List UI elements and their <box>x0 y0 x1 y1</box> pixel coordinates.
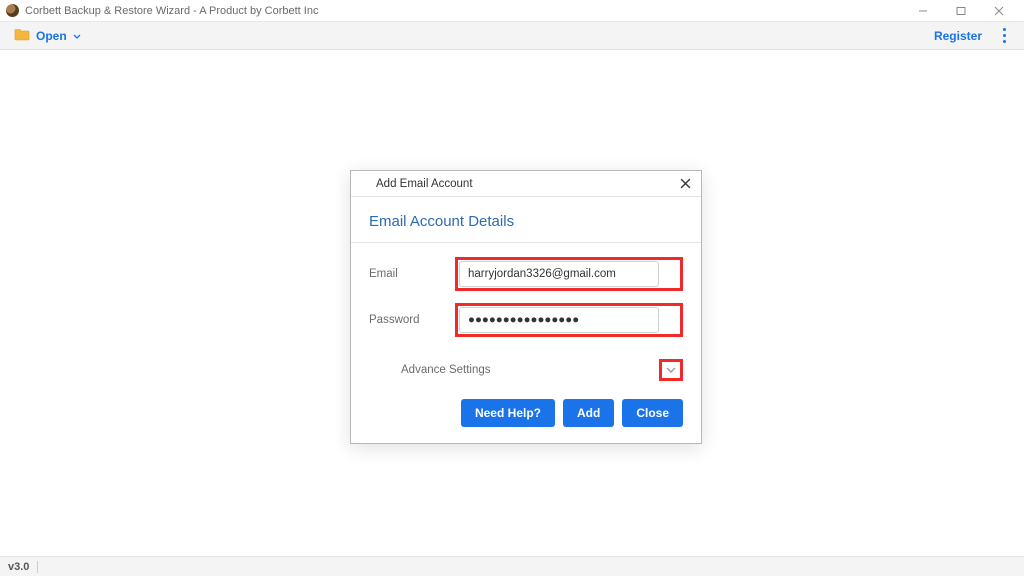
add-email-account-dialog: Add Email Account Email Account Details … <box>350 170 702 444</box>
folder-icon <box>14 28 30 44</box>
password-input[interactable] <box>459 307 659 333</box>
dialog-titlebar: Add Email Account <box>351 171 701 197</box>
password-highlight <box>455 303 683 337</box>
app-icon <box>6 4 19 17</box>
section-heading: Email Account Details <box>369 209 683 242</box>
status-separator <box>37 561 38 573</box>
need-help-button[interactable]: Need Help? <box>461 399 555 427</box>
register-link[interactable]: Register <box>924 26 992 46</box>
email-row: Email <box>369 257 683 291</box>
password-row: Password <box>369 303 683 337</box>
chevron-down-icon <box>665 366 677 374</box>
email-input[interactable] <box>459 261 659 287</box>
email-highlight <box>455 257 683 291</box>
version-label: v3.0 <box>8 561 29 573</box>
app-icon <box>357 177 370 190</box>
dialog-button-row: Need Help? Add Close <box>369 399 683 427</box>
dialog-body: Email Account Details Email Password <box>351 197 701 443</box>
advance-settings-label: Advance Settings <box>369 364 659 376</box>
password-label: Password <box>369 314 455 326</box>
window-title: Corbett Backup & Restore Wizard - A Prod… <box>25 5 318 17</box>
main-area: Add Email Account Email Account Details … <box>0 50 1024 556</box>
add-button[interactable]: Add <box>563 399 614 427</box>
advance-toggle-highlight <box>659 359 683 381</box>
minimize-button[interactable] <box>904 0 942 22</box>
toolbar: Open Register <box>0 22 1024 50</box>
advance-settings-toggle[interactable] <box>665 361 677 379</box>
dialog-title: Add Email Account <box>376 178 473 190</box>
divider <box>351 242 701 243</box>
dialog-close-button[interactable] <box>675 176 695 192</box>
window-close-button[interactable] <box>980 0 1018 22</box>
kebab-menu-button[interactable] <box>992 24 1016 47</box>
advance-settings-row: Advance Settings <box>369 359 683 381</box>
maximize-button[interactable] <box>942 0 980 22</box>
open-label: Open <box>36 29 67 43</box>
close-button[interactable]: Close <box>622 399 683 427</box>
caret-down-icon <box>73 29 81 43</box>
statusbar: v3.0 <box>0 556 1024 576</box>
email-label: Email <box>369 268 455 280</box>
titlebar: Corbett Backup & Restore Wizard - A Prod… <box>0 0 1024 22</box>
open-button[interactable]: Open <box>8 25 87 47</box>
